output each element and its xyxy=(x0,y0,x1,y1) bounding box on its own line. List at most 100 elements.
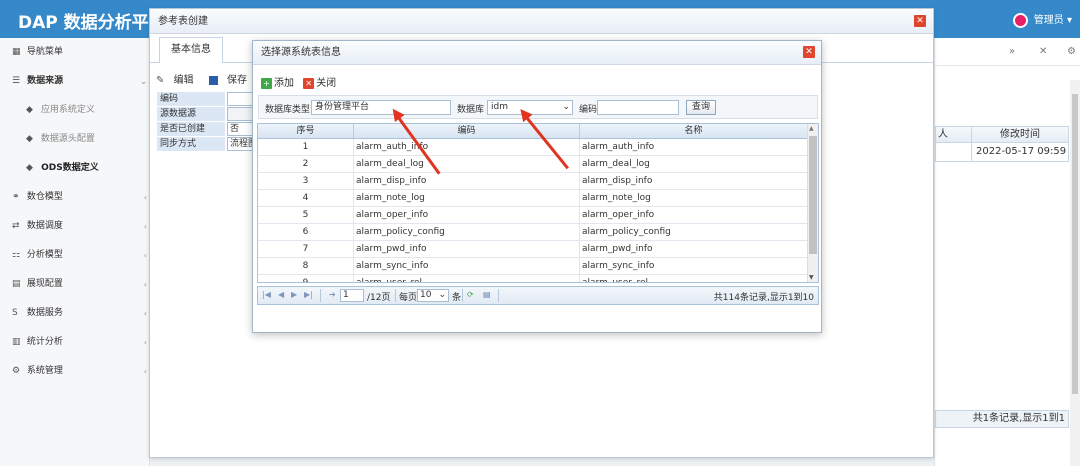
user-menu[interactable]: 管理员 ▾ xyxy=(1012,11,1072,28)
panel-toolbar: » ✕ ⚙ xyxy=(935,38,1080,66)
column-header-code[interactable]: 编码 xyxy=(354,124,580,138)
cell-code: alarm_deal_log xyxy=(354,156,580,172)
cell-code: alarm_disp_info xyxy=(354,173,580,189)
close-button[interactable]: ✕ 关闭 xyxy=(303,77,336,89)
go-page-icon[interactable]: ➔ xyxy=(329,290,336,299)
next-page-icon[interactable]: ▶ xyxy=(291,290,297,299)
forward-icon[interactable]: » xyxy=(1009,46,1015,57)
cell-code: alarm_note_log xyxy=(354,190,580,206)
shuffle-icon: ⇄ xyxy=(12,221,20,231)
cell-name: alarm_pwd_info xyxy=(580,241,808,257)
table-row[interactable]: 9 alarm_user_rel alarm_user_rel xyxy=(258,275,808,282)
search-bar: 数据库类型 身份管理平台 数据库 idm ⌄ 编码 查询 xyxy=(258,95,818,119)
service-icon: S xyxy=(12,308,18,318)
sidebar-item-nav-menu[interactable]: ▦ 导航菜单 xyxy=(0,38,149,67)
close-icon[interactable]: ✕ xyxy=(803,46,815,58)
sidebar-item-warehouse-model[interactable]: ⚭ 数仓模型 ‹ xyxy=(0,183,149,212)
dialog-title: 选择源系统表信息 xyxy=(253,41,821,65)
sidebar-item-data-source[interactable]: ☰ 数据来源 ⌄ xyxy=(0,67,149,96)
column-header-person: 人 xyxy=(936,127,972,142)
column-header-name[interactable]: 名称 xyxy=(580,124,808,138)
edit-button[interactable]: ✎ 编辑 xyxy=(156,75,200,86)
table-row[interactable]: 2022-05-17 09:59 xyxy=(936,143,1068,161)
close-icon[interactable]: ✕ xyxy=(914,15,926,27)
sidebar-item-display-config[interactable]: ▤ 展现配置 ‹ xyxy=(0,270,149,299)
add-button[interactable]: + 添加 xyxy=(261,77,294,89)
form-toolbar: ✎ 编辑 保存 xyxy=(156,71,259,86)
close-tab-icon[interactable]: ✕ xyxy=(1039,46,1047,57)
save-button[interactable]: 保存 xyxy=(208,75,253,86)
refresh-icon[interactable]: ⟳ xyxy=(467,290,474,299)
page-scrollbar[interactable] xyxy=(1070,80,1080,466)
select-source-table-dialog: 选择源系统表信息 ✕ + 添加 ✕ 关闭 数据库类型 身份管理平台 数据库 idm ⌄… xyxy=(252,40,822,333)
code-input[interactable] xyxy=(597,100,679,115)
prev-page-icon[interactable]: ◀ xyxy=(278,290,284,299)
table-row[interactable]: 5 alarm_oper_info alarm_oper_info xyxy=(258,207,808,224)
cell-code: alarm_policy_config xyxy=(354,224,580,240)
db-label: 数据库 xyxy=(457,105,485,115)
table-row[interactable]: 1 alarm_auth_info alarm_auth_info xyxy=(258,139,808,156)
scrollbar-thumb[interactable] xyxy=(809,136,817,254)
scroll-up-icon[interactable]: ▲ xyxy=(809,125,814,132)
last-page-icon[interactable]: ▶| xyxy=(304,290,313,299)
tab-basic-info[interactable]: 基本信息 xyxy=(159,37,223,63)
table-row[interactable]: 2 alarm_deal_log alarm_deal_log xyxy=(258,156,808,173)
sidebar-item-scheduling[interactable]: ⇄ 数据调度 ‹ xyxy=(0,212,149,241)
chevron-left-icon: ‹ xyxy=(143,338,147,347)
total-pages: /12页 xyxy=(367,293,391,303)
gear-icon[interactable]: ⚙ xyxy=(1067,46,1076,57)
list-icon: ☰ xyxy=(12,76,21,86)
sidebar-item-app-system[interactable]: ◆ 应用系统定义 xyxy=(0,96,149,125)
column-header-no[interactable]: 序号 xyxy=(258,124,354,138)
pagination-bar: |◀ ◀ ▶ ▶| ➔ 1 /12页 每页 10 ⌄ 条 ⟳ ▤ 共114条记录,… xyxy=(257,286,819,305)
table-row[interactable]: 3 alarm_disp_info alarm_disp_info xyxy=(258,173,808,190)
db-select-value: idm xyxy=(491,102,508,112)
table-row[interactable]: 6 alarm_policy_config alarm_policy_config xyxy=(258,224,808,241)
table-row[interactable]: 7 alarm_pwd_info alarm_pwd_info xyxy=(258,241,808,258)
app-brand: DAP 数据分析平台 xyxy=(18,13,166,33)
pager-divider xyxy=(462,289,463,302)
sidebar-item-statistics[interactable]: ▥ 统计分析 ‹ xyxy=(0,328,149,357)
pager-divider xyxy=(395,289,396,302)
export-icon[interactable]: ▤ xyxy=(483,290,491,299)
pencil-icon: ✎ xyxy=(156,75,165,86)
user-name: 管理员 ▾ xyxy=(1033,15,1072,26)
cell-no: 8 xyxy=(258,258,354,274)
cell-no: 6 xyxy=(258,224,354,240)
cell-name: alarm_disp_info xyxy=(580,173,808,189)
db-type-input[interactable]: 身份管理平台 xyxy=(311,100,451,115)
scroll-down-icon[interactable]: ▼ xyxy=(809,274,814,281)
cell-no: 7 xyxy=(258,241,354,257)
add-icon: + xyxy=(261,77,272,89)
cell-code: alarm_pwd_info xyxy=(354,241,580,257)
chevron-left-icon: ‹ xyxy=(143,309,147,318)
cell-no: 3 xyxy=(258,173,354,189)
sidebar-item-source-config[interactable]: ◆ 数据源头配置 xyxy=(0,125,149,154)
page-size-select[interactable]: 10 ⌄ xyxy=(417,289,449,302)
field-label: 是否已创建 xyxy=(157,122,225,136)
cell-name: alarm_policy_config xyxy=(580,224,808,240)
bullet-icon: ◆ xyxy=(26,105,33,115)
page-number-input[interactable]: 1 xyxy=(340,289,364,302)
field-label: 源数据源 xyxy=(157,107,225,121)
table-row[interactable]: 4 alarm_note_log alarm_note_log xyxy=(258,190,808,207)
cell-no: 4 xyxy=(258,190,354,206)
table-row[interactable]: 8 alarm_sync_info alarm_sync_info xyxy=(258,258,808,275)
pager-divider xyxy=(498,289,499,302)
db-type-label: 数据库类型 xyxy=(265,105,311,115)
query-button[interactable]: 查询 xyxy=(686,100,716,115)
scrollbar-thumb[interactable] xyxy=(1072,94,1078,394)
table-cell xyxy=(936,143,972,161)
per-page-unit: 条 xyxy=(452,293,462,303)
sidebar-item-data-service[interactable]: S 数据服务 ‹ xyxy=(0,299,149,328)
first-page-icon[interactable]: |◀ xyxy=(262,290,271,299)
sidebar-item-ods-definition[interactable]: ◆ ODS数据定义 xyxy=(0,154,149,183)
sitemap-icon: ⚏ xyxy=(12,250,21,260)
background-pager-info: 共1条记录,显示1到1 xyxy=(935,410,1069,428)
pager-divider xyxy=(320,289,321,302)
sidebar-item-label: 数据服务 xyxy=(26,308,63,318)
pager-info: 共114条记录,显示1到10 xyxy=(713,293,814,303)
grid-scrollbar[interactable]: ▲ ▼ xyxy=(807,124,818,282)
sidebar-item-analysis-model[interactable]: ⚏ 分析模型 ‹ xyxy=(0,241,149,270)
sidebar-item-system-admin[interactable]: ⚙ 系统管理 ‹ xyxy=(0,357,149,386)
